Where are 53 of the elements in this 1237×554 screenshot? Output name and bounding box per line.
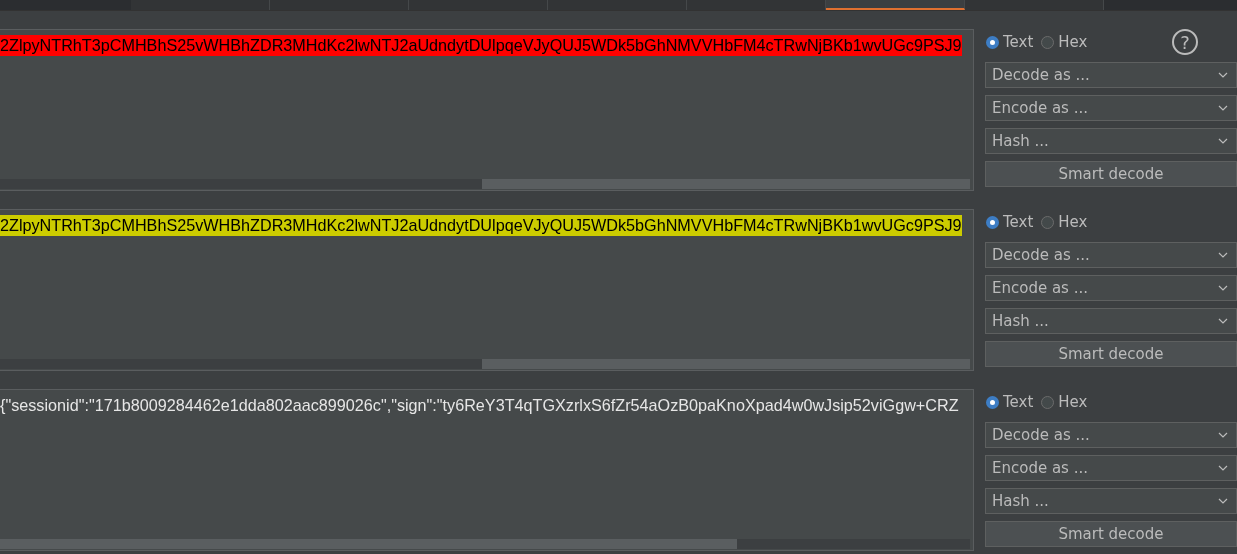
radio-label: Text xyxy=(1003,393,1034,411)
dropdown[interactable]: Hash ... xyxy=(985,488,1237,514)
chevron-down-icon xyxy=(1218,432,1228,438)
radio-icon[interactable] xyxy=(1041,395,1055,409)
radio-label: Hex xyxy=(1058,393,1088,411)
dropdown[interactable]: Encode as ... xyxy=(985,95,1237,121)
radio-label: Hex xyxy=(1058,213,1088,231)
radio-icon[interactable] xyxy=(1041,35,1055,49)
editor-text: 2ZlpyNTRhT3pCMHBhS25vWHBhZDR3MHdKc2lwNTJ2aUdndytDUlpqeVJyQUJ5WDk5bGhNMVVHbFM4cTRwNjBKb1wvUGc9PSJ9 xyxy=(0,35,962,56)
radio-option[interactable]: Hex xyxy=(1041,213,1088,231)
radio-label: Text xyxy=(1003,33,1034,51)
chevron-down-icon xyxy=(1218,138,1228,144)
smart-decode-button[interactable]: Smart decode xyxy=(985,341,1237,367)
chevron-down-icon xyxy=(1218,72,1228,78)
chevron-down-icon xyxy=(1218,285,1228,291)
dropdown[interactable]: Encode as ... xyxy=(985,275,1237,301)
dropdown[interactable]: Decode as ... xyxy=(985,62,1237,88)
editor-text: 2ZlpyNTRhT3pCMHBhS25vWHBhZDR3MHdKc2lwNTJ2aUdndytDUlpqeVJyQUJ5WDk5bGhNMVVHbFM4cTRwNjBKb1wvUGc9PSJ9 xyxy=(0,215,962,236)
scroll-thumb[interactable] xyxy=(482,359,970,369)
scroll-thumb[interactable] xyxy=(482,179,970,189)
dropdown[interactable]: Hash ... xyxy=(985,308,1237,334)
radio-label: Hex xyxy=(1058,33,1088,51)
radio-option[interactable]: Hex xyxy=(1041,33,1088,51)
chevron-down-icon xyxy=(1218,318,1228,324)
dropdown[interactable]: Decode as ... xyxy=(985,422,1237,448)
horizontal-scrollbar[interactable] xyxy=(0,359,970,369)
smart-decode-button[interactable]: Smart decode xyxy=(985,161,1237,187)
smart-decode-button[interactable]: Smart decode xyxy=(985,521,1237,547)
horizontal-scrollbar[interactable] xyxy=(0,539,970,549)
radio-icon[interactable] xyxy=(986,215,999,229)
radio-option[interactable]: Text xyxy=(986,33,1034,51)
radio-option[interactable]: Hex xyxy=(1041,393,1088,411)
radio-icon[interactable] xyxy=(986,395,999,409)
editor-text: {"sessionid":"171b8009284462e1dda802aac899026c","sign":"ty6ReY3T4qTGXzrlxS6fZr54aOzB0paKnoXpad4w0wJsip52viGgw+CRZ xyxy=(0,395,959,416)
horizontal-scrollbar[interactable] xyxy=(0,179,970,189)
radio-option[interactable]: Text xyxy=(986,393,1034,411)
radio-option[interactable]: Text xyxy=(986,213,1034,231)
scroll-thumb[interactable] xyxy=(0,539,737,549)
radio-icon[interactable] xyxy=(1041,215,1055,229)
text-editor[interactable]: 2ZlpyNTRhT3pCMHBhS25vWHBhZDR3MHdKc2lwNTJ2aUdndytDUlpqeVJyQUJ5WDk5bGhNMVVHbFM4cTRwNjBKb1wvUGc9PSJ9 xyxy=(0,29,974,191)
dropdown[interactable]: Decode as ... xyxy=(985,242,1237,268)
radio-icon[interactable] xyxy=(986,35,999,49)
dropdown[interactable]: Hash ... xyxy=(985,128,1237,154)
dropdown[interactable]: Encode as ... xyxy=(985,455,1237,481)
help-button[interactable]: ? xyxy=(1172,29,1198,55)
radio-label: Text xyxy=(1003,213,1034,231)
text-editor[interactable]: 2ZlpyNTRhT3pCMHBhS25vWHBhZDR3MHdKc2lwNTJ2aUdndytDUlpqeVJyQUJ5WDk5bGhNMVVHbFM4cTRwNjBKb1wvUGc9PSJ9 xyxy=(0,209,974,371)
chevron-down-icon xyxy=(1218,105,1228,111)
chevron-down-icon xyxy=(1218,252,1228,258)
text-editor[interactable]: {"sessionid":"171b8009284462e1dda802aac899026c","sign":"ty6ReY3T4qTGXzrlxS6fZr54aOzB0paKnoXpad4w0wJsip52viGgw+CRZ xyxy=(0,389,974,551)
tab[interactable] xyxy=(826,0,965,10)
chevron-down-icon xyxy=(1218,498,1228,504)
chevron-down-icon xyxy=(1218,465,1228,471)
